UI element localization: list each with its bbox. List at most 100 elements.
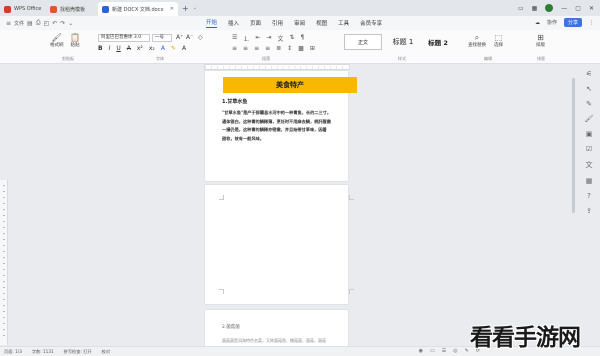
minimize-icon[interactable]: — [561, 5, 567, 12]
justify-icon[interactable]: ≡ [265, 45, 270, 52]
file-menu[interactable]: 文件 [14, 20, 24, 27]
clear-format-icon[interactable]: ◇ [198, 34, 203, 41]
align-right-icon[interactable]: ≡ [254, 45, 259, 52]
read-mode-icon[interactable]: ✎ [465, 348, 469, 354]
tab-list-icon[interactable]: ⌄ [193, 5, 197, 11]
spell-check[interactable]: 拼写检查: 打开 [64, 349, 92, 355]
layout-icon: ⊞ [537, 33, 544, 42]
distribute-icon[interactable]: ≣ [276, 45, 281, 52]
align-left-icon[interactable]: ≡ [232, 45, 237, 52]
tab-templates[interactable]: 找稻壳模板 [46, 2, 98, 16]
vertical-scrollbar[interactable] [572, 78, 575, 213]
eye-icon[interactable]: ◉ [419, 348, 423, 354]
style-normal[interactable]: 正文 [344, 34, 382, 50]
close-window-icon[interactable]: ✕ [589, 5, 594, 12]
underline-icon[interactable]: U [116, 45, 120, 52]
more-icon[interactable]: ⋮ [589, 20, 594, 26]
sliders-icon[interactable]: ⚟ [586, 70, 592, 78]
translate-icon[interactable]: 文 [586, 160, 593, 170]
subscript-icon[interactable]: x₂ [149, 45, 155, 52]
maximize-icon[interactable]: ▢ [575, 5, 581, 12]
menu-icon[interactable]: ≡ [6, 20, 11, 27]
grow-font-icon[interactable]: A⁺ [176, 34, 183, 41]
redo-icon[interactable]: ↷ [60, 20, 65, 27]
paste-button[interactable]: 📋 粘贴 [70, 33, 80, 48]
tab-references[interactable]: 引用 [272, 19, 283, 27]
group-label-font: 字体 [156, 56, 164, 61]
sort-button[interactable]: ⊞ 排版 [536, 33, 545, 48]
font-color-icon[interactable]: A [161, 45, 165, 52]
new-tab-button[interactable]: + [182, 4, 189, 13]
find-replace-button[interactable]: ⌕ 查找替换 [468, 33, 486, 48]
document-page-1[interactable]: 美食特产 1.甘草水鱼 "甘草水鱼"是产于那霸县水河中的一种青鱼，长约二三寸。 … [205, 71, 357, 181]
format-painter-button[interactable]: 🖌 格式刷 [50, 33, 64, 48]
menu-row: ≡ 文件 ▤ ⎙ ◰ ↶ ↷ ⌄ 开始 插入 页面 引用 审阅 视图 工具 会员… [0, 16, 600, 30]
undo-icon[interactable]: ↶ [52, 20, 57, 27]
preview-icon[interactable]: ◰ [44, 20, 50, 27]
numbered-list-icon[interactable]: ⒈ [243, 34, 249, 43]
brush-icon[interactable]: 🖌 [585, 115, 594, 123]
show-marks-icon[interactable]: ¶ [301, 34, 305, 43]
tab-view[interactable]: 视图 [316, 19, 327, 27]
close-tab-icon[interactable]: ✕ [170, 6, 174, 12]
tab-wps-office[interactable]: WPS Office [0, 2, 46, 16]
outdent-icon[interactable]: ⇤ [255, 34, 260, 43]
char-shading-icon[interactable]: A [182, 45, 186, 52]
shrink-font-icon[interactable]: A⁻ [186, 34, 193, 41]
chinese-layout-icon[interactable]: 文 [277, 34, 283, 43]
watermark: 看看手游网 [470, 325, 581, 351]
document-page-2[interactable] [205, 185, 354, 304]
bullet-list-icon[interactable]: ☰ [232, 34, 237, 43]
word-count[interactable]: 字数: 1131 [32, 349, 54, 355]
horizontal-ruler[interactable]: | | | | | | | | | | | | | | | | | | | | … [204, 64, 350, 70]
outline-view-icon[interactable]: ☰ [442, 348, 446, 354]
collab-button[interactable]: 协作 [547, 19, 557, 26]
bold-icon[interactable]: B [98, 45, 103, 52]
tab-page[interactable]: 页面 [250, 19, 261, 27]
tab-document[interactable]: 新建 DOCX 文档.docx ✕ [98, 2, 178, 16]
font-name-select[interactable]: 阿里巴巴普惠体 3.0 [98, 34, 150, 42]
grid-icon[interactable]: ▦ [532, 5, 538, 12]
font-size-select[interactable]: 一号 [152, 34, 172, 42]
sort-icon[interactable]: ⇅ [289, 34, 294, 43]
border-icon[interactable]: ⊞ [310, 45, 315, 52]
edit-icon[interactable]: ✎ [586, 100, 592, 108]
avatar[interactable] [545, 4, 554, 12]
tab-review[interactable]: 审阅 [294, 19, 305, 27]
proofread[interactable]: 校对 [102, 349, 110, 355]
style-heading-2[interactable]: 标题 2 [422, 34, 454, 50]
align-center-icon[interactable]: ≡ [243, 45, 248, 52]
strike-icon[interactable]: A [127, 45, 131, 52]
tab-member[interactable]: 会员专享 [360, 19, 382, 27]
tab-tools[interactable]: 工具 [338, 19, 349, 27]
web-view-icon[interactable]: ◎ [453, 348, 457, 354]
page-count[interactable]: 页面: 1/3 [4, 349, 22, 355]
print-icon[interactable]: ⎙ [36, 19, 41, 27]
image-icon[interactable]: ▦ [586, 177, 593, 185]
share-icon[interactable]: ⇪ [586, 207, 592, 215]
layout-icon[interactable]: ▭ [518, 5, 524, 12]
pointer-icon[interactable]: ↖ [586, 85, 592, 93]
chevron-down-icon[interactable]: ⌄ [68, 20, 73, 27]
save-icon[interactable]: ▤ [27, 20, 33, 27]
superscript-icon[interactable]: x² [137, 45, 143, 52]
group-label-edit: 编辑 [484, 56, 492, 61]
italic-icon[interactable]: I [109, 45, 111, 52]
page-view-icon[interactable]: ▭ [430, 348, 435, 354]
indent-icon[interactable]: ⇥ [266, 34, 271, 43]
share-button[interactable]: 分享 [563, 18, 582, 27]
tab-home[interactable]: 开始 [206, 18, 218, 28]
help-icon[interactable]: ? [587, 192, 591, 200]
body-line: "甘草水鱼"是产于那霸县水河中的一种青鱼，长约二三寸。 [222, 110, 332, 115]
line-spacing-icon[interactable]: ↕ [287, 45, 292, 52]
tab-insert[interactable]: 插入 [228, 19, 239, 27]
style-heading-1[interactable]: 标题 1 [386, 34, 420, 50]
select-button[interactable]: ⬚ 选择 [494, 33, 503, 48]
document-page-3[interactable]: 2.菌菇菌 菌菇菌是洱海特色名菜，又称菌菇鱼、棚菇菌、菌菇、菌菇 [205, 310, 348, 346]
box-icon[interactable]: ▣ [586, 130, 593, 138]
highlight-icon[interactable]: ✎ [171, 45, 176, 52]
doc-check-icon[interactable]: ☑ [586, 145, 592, 153]
shading-icon[interactable]: ▩ [298, 45, 304, 52]
vertical-ruler[interactable] [0, 180, 8, 345]
cloud-icon[interactable]: ☁ [535, 20, 540, 26]
